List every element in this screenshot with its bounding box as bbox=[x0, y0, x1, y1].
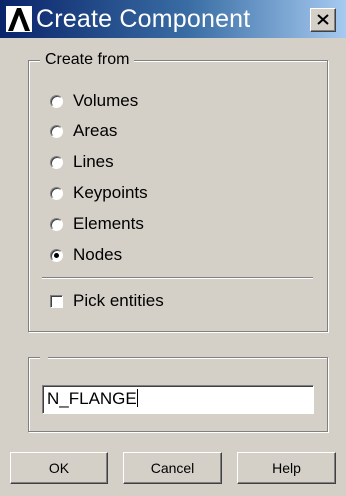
cancel-button[interactable]: Cancel bbox=[123, 452, 222, 484]
radio-areas[interactable]: Areas bbox=[50, 120, 117, 142]
pick-entities-checkbox[interactable]: Pick entities bbox=[50, 290, 164, 312]
close-icon bbox=[317, 14, 329, 25]
ok-button[interactable]: OK bbox=[10, 452, 108, 484]
window-title: Create Component bbox=[36, 5, 251, 33]
radio-button[interactable] bbox=[50, 124, 63, 138]
close-button[interactable] bbox=[310, 8, 336, 32]
radio-nodes[interactable]: Nodes bbox=[50, 244, 122, 266]
component-name-value: N_FLANGE bbox=[47, 389, 137, 408]
radio-lines[interactable]: Lines bbox=[50, 151, 114, 173]
checkbox-label: Pick entities bbox=[73, 291, 164, 310]
radio-button-selected[interactable] bbox=[50, 248, 63, 262]
radio-label: Lines bbox=[73, 152, 114, 171]
radio-keypoints[interactable]: Keypoints bbox=[50, 182, 148, 204]
radio-label: Elements bbox=[73, 214, 144, 233]
component-name-legend bbox=[40, 349, 48, 365]
radio-button[interactable] bbox=[50, 186, 63, 200]
checkbox[interactable] bbox=[50, 294, 63, 308]
radio-button[interactable] bbox=[50, 94, 63, 108]
radio-elements[interactable]: Elements bbox=[50, 213, 144, 235]
radio-dot bbox=[54, 252, 59, 258]
create-component-dialog: Create Component Create from Volumes Are… bbox=[0, 0, 346, 496]
radio-button[interactable] bbox=[50, 155, 63, 169]
ansys-logo-icon bbox=[6, 6, 32, 32]
component-name-input[interactable]: N_FLANGE bbox=[42, 385, 314, 414]
text-caret bbox=[136, 389, 138, 407]
radio-label: Nodes bbox=[73, 245, 123, 264]
radio-label: Keypoints bbox=[73, 183, 148, 202]
create-from-legend: Create from bbox=[40, 51, 135, 69]
radio-volumes[interactable]: Volumes bbox=[50, 90, 138, 112]
separator bbox=[42, 277, 313, 279]
help-button[interactable]: Help bbox=[237, 452, 336, 484]
radio-label: Areas bbox=[73, 121, 118, 140]
radio-button[interactable] bbox=[50, 217, 63, 231]
radio-label: Volumes bbox=[73, 91, 139, 110]
title-bar[interactable]: Create Component bbox=[0, 0, 346, 38]
